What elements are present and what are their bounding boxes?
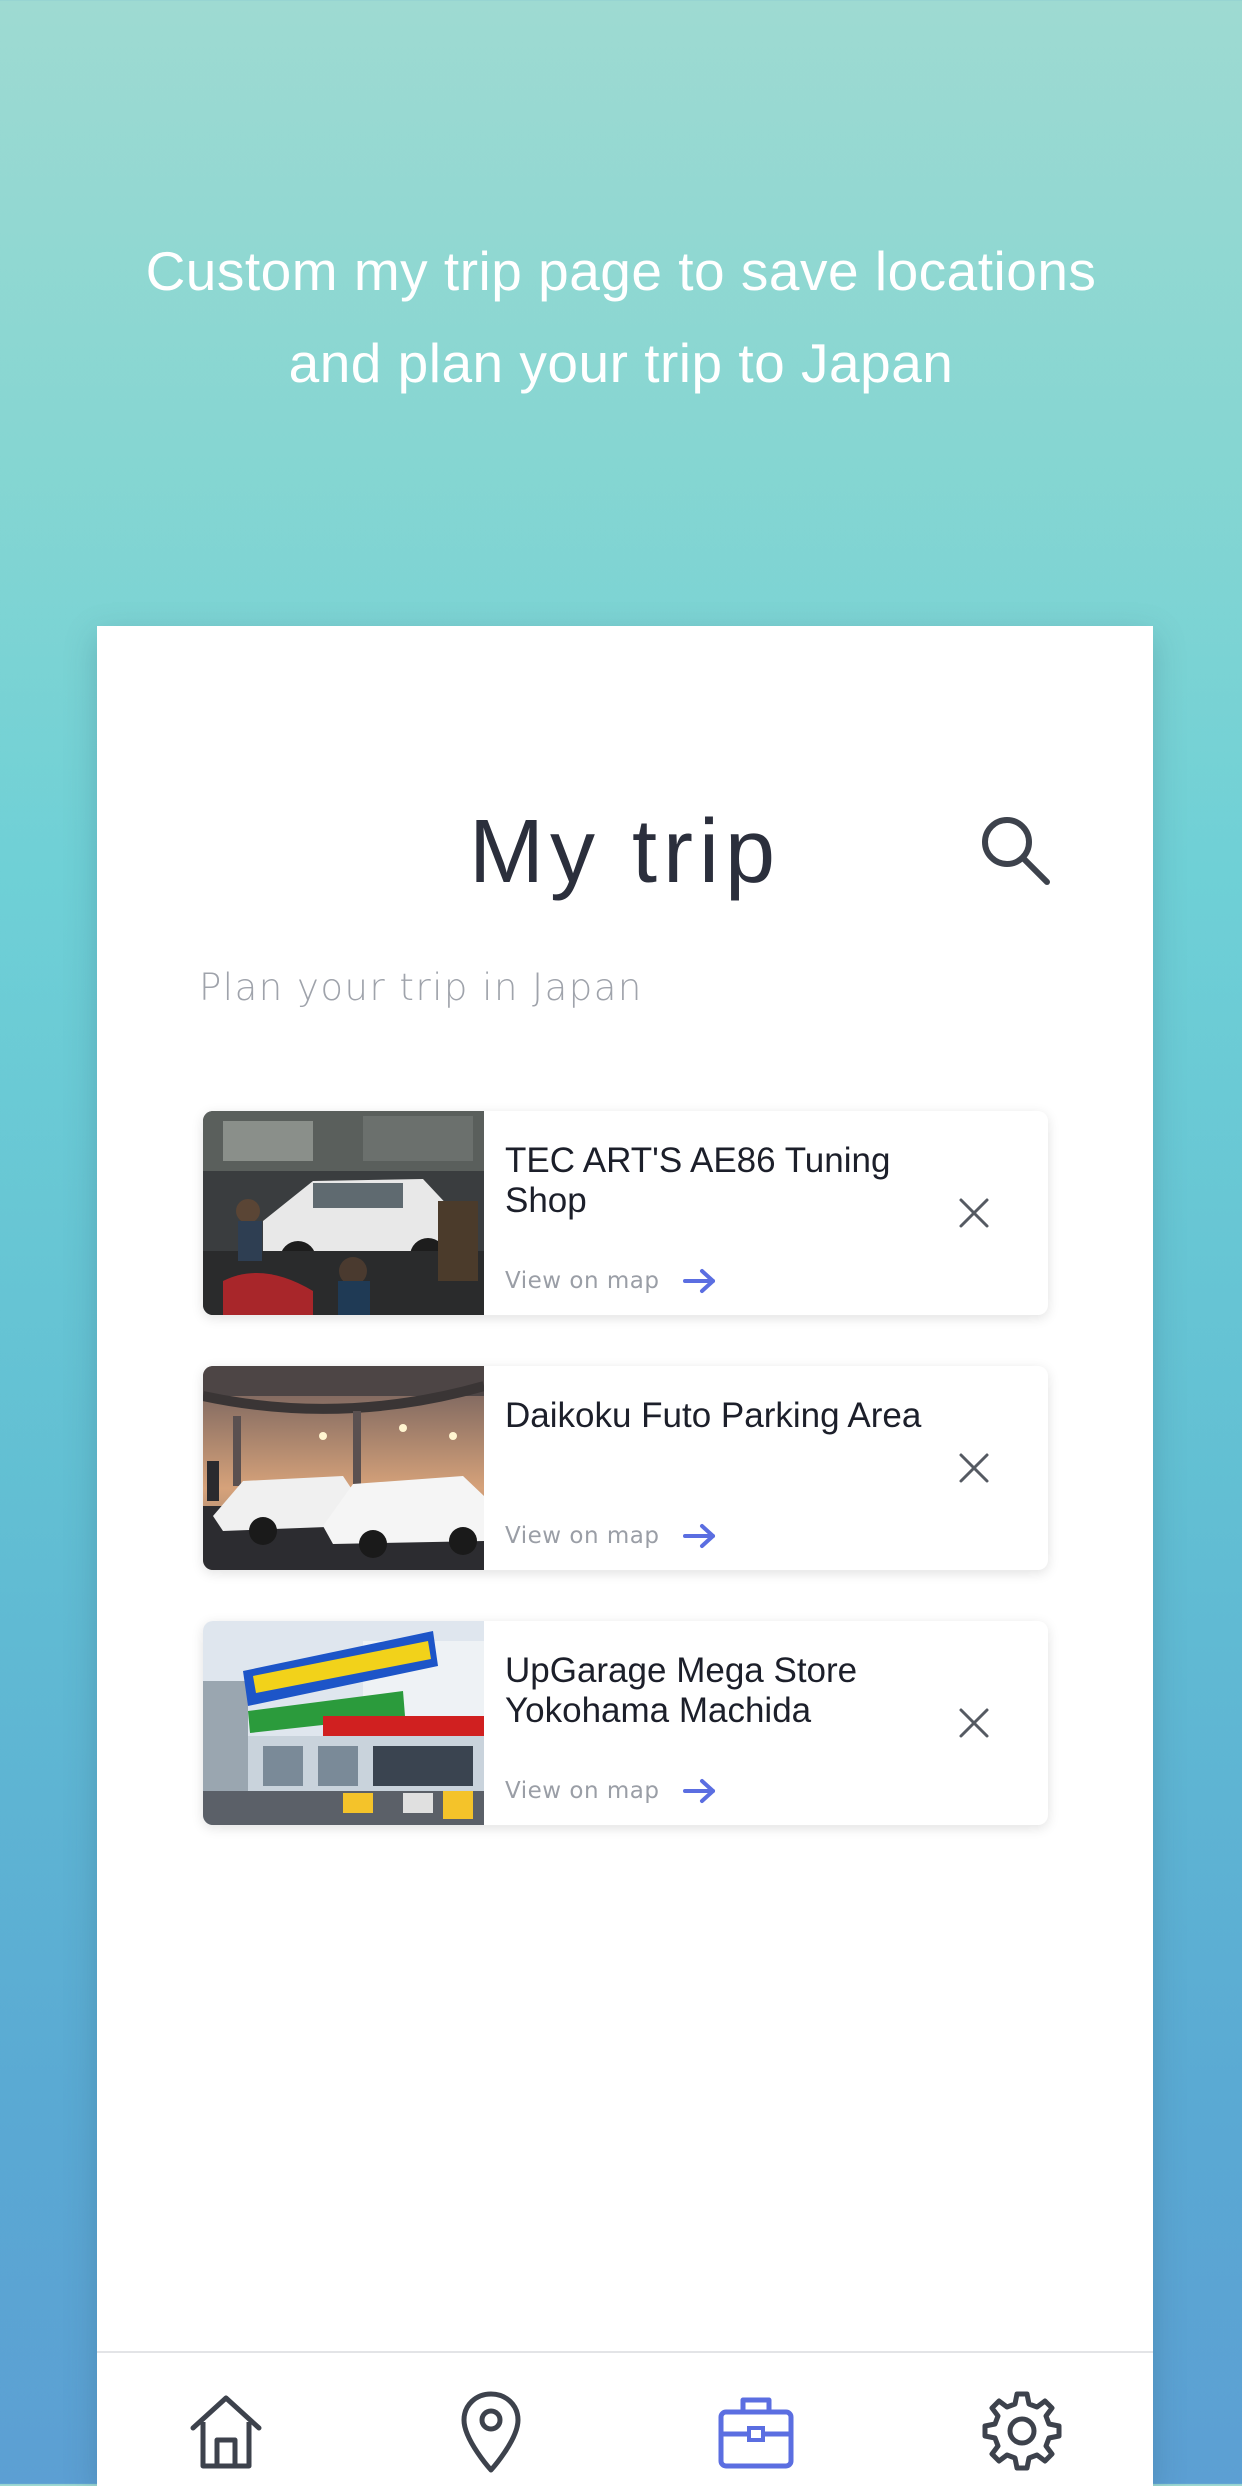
trip-card-name: TEC ART'S AE86 Tuning Shop <box>505 1141 891 1220</box>
promo-headline: Custom my trip page to save locations an… <box>0 225 1242 409</box>
view-on-map-label: View on map <box>505 1778 660 1804</box>
upgarage-store-photo <box>203 1621 484 1825</box>
arrow-right-icon <box>683 1779 716 1803</box>
arrow-right-icon <box>683 1269 716 1293</box>
remove-trip-button[interactable] <box>953 1447 995 1489</box>
trip-card-name: Daikoku Futo Parking Area <box>505 1396 922 1435</box>
briefcase-icon <box>718 2397 794 2469</box>
promo-headline-line-1: Custom my trip page to save locations <box>145 240 1097 302</box>
view-on-map-link[interactable]: View on map <box>505 1771 717 1811</box>
view-on-map-link[interactable]: View on map <box>505 1261 717 1301</box>
arrow-right-icon <box>683 1524 716 1548</box>
view-on-map-link[interactable]: View on map <box>505 1516 717 1556</box>
search-icon <box>982 817 1050 885</box>
nav-my-trip[interactable] <box>711 2386 801 2476</box>
search-button[interactable] <box>975 810 1055 890</box>
close-icon <box>959 1453 989 1483</box>
remove-trip-button[interactable] <box>953 1702 995 1744</box>
promo-headline-line-2: and plan your trip to Japan <box>288 332 954 394</box>
trip-card-name: UpGarage Mega Store Yokohama Machida <box>505 1651 858 1730</box>
gear-icon <box>982 2391 1062 2471</box>
page-subtitle: Plan your trip in Japan <box>199 966 643 1009</box>
remove-trip-button[interactable] <box>953 1192 995 1234</box>
nav-settings[interactable] <box>977 2386 1067 2476</box>
location-pin-icon <box>461 2391 521 2473</box>
close-icon <box>959 1708 989 1738</box>
parking-area-photo <box>203 1366 484 1570</box>
nav-home[interactable] <box>181 2386 271 2476</box>
nav-map[interactable] <box>446 2386 536 2476</box>
trip-card[interactable]: TEC ART'S AE86 Tuning Shop View on map <box>203 1111 1048 1315</box>
trip-list: TEC ART'S AE86 Tuning Shop View on map D… <box>203 1111 1048 1876</box>
home-icon <box>190 2395 262 2469</box>
phone-screen: My trip Plan your trip in Japan TEC ART'… <box>97 626 1153 2486</box>
view-on-map-label: View on map <box>505 1268 660 1294</box>
tuning-shop-photo <box>203 1111 484 1315</box>
view-on-map-label: View on map <box>505 1523 660 1549</box>
close-icon <box>959 1198 989 1228</box>
bottom-navigation <box>97 2351 1153 2486</box>
trip-card[interactable]: UpGarage Mega Store Yokohama Machida Vie… <box>203 1621 1048 1825</box>
trip-card[interactable]: Daikoku Futo Parking Area View on map <box>203 1366 1048 1570</box>
